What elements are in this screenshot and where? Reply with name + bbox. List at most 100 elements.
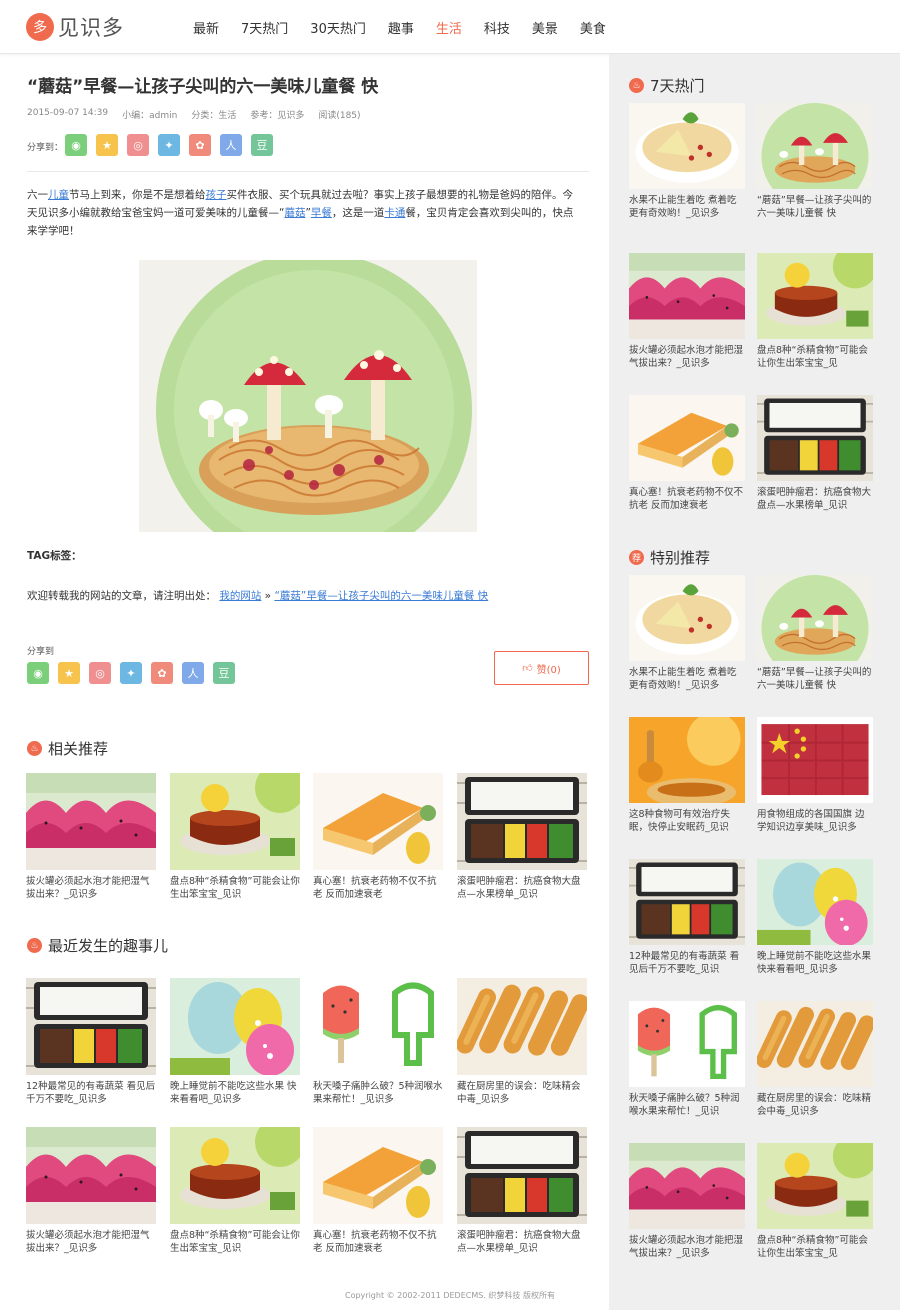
- recent-card[interactable]: 晚上睡觉前不能吃这些水果 快来看看吧_见识多: [170, 978, 300, 1106]
- thumbnail-image[interactable]: [170, 773, 300, 870]
- recent-card[interactable]: 藏在厨房里的误会：吃味精会中毒_见识多: [457, 978, 587, 1106]
- weibo-icon[interactable]: ◎: [89, 662, 111, 684]
- card-caption[interactable]: 盘点8种“杀精食物”可能会让你生出笨宝宝_见: [757, 344, 873, 370]
- thumbnail-image[interactable]: [757, 103, 873, 189]
- nav-item[interactable]: 30天热门: [310, 18, 366, 37]
- thumbnail-image[interactable]: [170, 978, 300, 1075]
- link-children[interactable]: 儿童: [48, 189, 69, 201]
- thumbnail-image[interactable]: [26, 1127, 156, 1224]
- nav-item[interactable]: 科技: [484, 18, 510, 37]
- card-caption[interactable]: 秋天嗓子痛肿么破？5种润喉水果来帮忙！_见识: [629, 1092, 745, 1118]
- hot-card[interactable]: 水果不止能生着吃 煮着吃更有奇效哟！_见识多: [629, 103, 745, 220]
- thumbnail-image[interactable]: [629, 1001, 745, 1087]
- rec-card[interactable]: 藏在厨房里的误会：吃味精会中毒_见识多: [757, 1001, 873, 1118]
- nav-item[interactable]: 7天热门: [241, 18, 288, 37]
- rec-card[interactable]: 盘点8种“杀精食物”可能会让你生出笨宝宝_见: [757, 1143, 873, 1260]
- hot-card[interactable]: “蘑菇”早餐—让孩子尖叫的六一美味儿童餐 快: [757, 103, 873, 220]
- rec-card[interactable]: 水果不止能生着吃 煮着吃更有奇效哟！_见识多: [629, 575, 745, 692]
- favorite-icon[interactable]: ★: [96, 134, 118, 156]
- card-caption[interactable]: “蘑菇”早餐—让孩子尖叫的六一美味儿童餐 快: [757, 194, 873, 220]
- recent-card[interactable]: 12种最常见的有毒蔬菜 看见后千万不要吃_见识多: [26, 978, 156, 1106]
- thumbnail-image[interactable]: [313, 1127, 443, 1224]
- thumbnail-image[interactable]: [457, 773, 587, 870]
- recent-card[interactable]: 秋天嗓子痛肿么破？5种润喉水果来帮忙！_见识多: [313, 978, 443, 1106]
- qzone-icon[interactable]: ✿: [151, 662, 173, 684]
- card-caption[interactable]: 滚蛋吧肿瘤君：抗癌食物大盘点—水果榜单_见识: [757, 486, 873, 512]
- douban-icon[interactable]: 豆: [213, 662, 235, 684]
- thumbnail-image[interactable]: [757, 253, 873, 339]
- repost-title-link[interactable]: “蘑菇”早餐—让孩子尖叫的六一美味儿童餐 快: [274, 590, 488, 602]
- card-caption[interactable]: 秋天嗓子痛肿么破？5种润喉水果来帮忙！_见识多: [313, 1080, 443, 1106]
- qzone-icon[interactable]: ✿: [189, 134, 211, 156]
- link-cartoon[interactable]: 卡通: [384, 207, 405, 219]
- card-caption[interactable]: 水果不止能生着吃 煮着吃更有奇效哟！_见识多: [629, 194, 745, 220]
- nav-item[interactable]: 美景: [532, 18, 558, 37]
- nav-item[interactable]: 最新: [193, 18, 219, 37]
- hot-card[interactable]: 拔火罐必须起水泡才能把湿气拔出来？_见识多: [629, 253, 745, 370]
- card-caption[interactable]: 水果不止能生着吃 煮着吃更有奇效哟！_见识多: [629, 666, 745, 692]
- card-caption[interactable]: 晚上睡觉前不能吃这些水果 快来看看吧_见识多: [170, 1080, 300, 1106]
- card-caption[interactable]: 拔火罐必须起水泡才能把湿气拔出来？_见识多: [629, 344, 745, 370]
- like-button[interactable]: 👍︎ 赞(0): [494, 651, 589, 685]
- tencent-weibo-icon[interactable]: ✦: [158, 134, 180, 156]
- card-caption[interactable]: 藏在厨房里的误会：吃味精会中毒_见识多: [457, 1080, 587, 1106]
- thumbnail-image[interactable]: [629, 717, 745, 803]
- weibo-icon[interactable]: ◎: [127, 134, 149, 156]
- card-caption[interactable]: 滚蛋吧肿瘤君：抗癌食物大盘点—水果榜单_见识: [457, 875, 587, 901]
- card-caption[interactable]: 用食物组成的各国国旗 边学知识边享美味_见识多: [757, 808, 873, 834]
- thumbnail-image[interactable]: [757, 395, 873, 481]
- hot-card[interactable]: 盘点8种“杀精食物”可能会让你生出笨宝宝_见: [757, 253, 873, 370]
- thumbnail-image[interactable]: [457, 1127, 587, 1224]
- card-caption[interactable]: 滚蛋吧肿瘤君：抗癌食物大盘点—水果榜单_见识: [457, 1229, 587, 1255]
- recent-card[interactable]: 拔火罐必须起水泡才能把湿气拔出来？_见识多: [26, 1127, 156, 1255]
- hot-card[interactable]: 真心塞！抗衰老药物不仅不抗老 反而加速衰老: [629, 395, 745, 512]
- card-caption[interactable]: 真心塞！抗衰老药物不仅不抗老 反而加速衰老: [313, 875, 443, 901]
- thumbnail-image[interactable]: [170, 1127, 300, 1224]
- card-caption[interactable]: 拔火罐必须起水泡才能把湿气拔出来？_见识多: [26, 1229, 156, 1255]
- wechat-icon[interactable]: ◉: [65, 134, 87, 156]
- related-card[interactable]: 滚蛋吧肿瘤君：抗癌食物大盘点—水果榜单_见识: [457, 773, 587, 901]
- favorite-icon[interactable]: ★: [58, 662, 80, 684]
- rec-card[interactable]: 用食物组成的各国国旗 边学知识边享美味_见识多: [757, 717, 873, 834]
- recent-card[interactable]: 盘点8种“杀精食物”可能会让你生出笨宝宝_见识: [170, 1127, 300, 1255]
- thumbnail-image[interactable]: [457, 978, 587, 1075]
- card-caption[interactable]: 晚上睡觉前不能吃这些水果 快来看看吧_见识多: [757, 950, 873, 976]
- card-caption[interactable]: “蘑菇”早餐—让孩子尖叫的六一美味儿童餐 快: [757, 666, 873, 692]
- link-kids[interactable]: 孩子: [206, 189, 227, 201]
- rec-card[interactable]: 拔火罐必须起水泡才能把湿气拔出来？_见识多: [629, 1143, 745, 1260]
- renren-icon[interactable]: 人: [182, 662, 204, 684]
- rec-card[interactable]: 12种最常见的有毒蔬菜 看见后千万不要吃_见识: [629, 859, 745, 976]
- rec-card[interactable]: 晚上睡觉前不能吃这些水果 快来看看吧_见识多: [757, 859, 873, 976]
- repost-site-link[interactable]: 我的网站: [219, 590, 261, 602]
- card-caption[interactable]: 这8种食物可有效治疗失眠，快停止安眠药_见识: [629, 808, 745, 834]
- card-caption[interactable]: 盘点8种“杀精食物”可能会让你生出笨宝宝_见识: [170, 1229, 300, 1255]
- thumbnail-image[interactable]: [757, 1143, 873, 1229]
- related-card[interactable]: 拔火罐必须起水泡才能把湿气拔出来？_见识多: [26, 773, 156, 901]
- thumbnail-image[interactable]: [757, 575, 873, 661]
- card-caption[interactable]: 盘点8种“杀精食物”可能会让你生出笨宝宝_见: [757, 1234, 873, 1260]
- thumbnail-image[interactable]: [313, 978, 443, 1075]
- card-caption[interactable]: 藏在厨房里的误会：吃味精会中毒_见识多: [757, 1092, 873, 1118]
- hot-card[interactable]: 滚蛋吧肿瘤君：抗癌食物大盘点—水果榜单_见识: [757, 395, 873, 512]
- wechat-icon[interactable]: ◉: [27, 662, 49, 684]
- thumbnail-image[interactable]: [629, 1143, 745, 1229]
- card-caption[interactable]: 拔火罐必须起水泡才能把湿气拔出来？_见识多: [26, 875, 156, 901]
- related-card[interactable]: 真心塞！抗衰老药物不仅不抗老 反而加速衰老: [313, 773, 443, 901]
- thumbnail-image[interactable]: [757, 859, 873, 945]
- thumbnail-image[interactable]: [757, 717, 873, 803]
- rec-card[interactable]: 秋天嗓子痛肿么破？5种润喉水果来帮忙！_见识: [629, 1001, 745, 1118]
- thumbnail-image[interactable]: [629, 575, 745, 661]
- thumbnail-image[interactable]: [629, 103, 745, 189]
- nav-item[interactable]: 趣事: [388, 18, 414, 37]
- nav-item[interactable]: 美食: [580, 18, 606, 37]
- card-caption[interactable]: 盘点8种“杀精食物”可能会让你生出笨宝宝_见识: [170, 875, 300, 901]
- thumbnail-image[interactable]: [629, 859, 745, 945]
- tencent-weibo-icon[interactable]: ✦: [120, 662, 142, 684]
- link-mushroom[interactable]: 蘑菇: [284, 207, 305, 219]
- card-caption[interactable]: 真心塞！抗衰老药物不仅不抗老 反而加速衰老: [629, 486, 745, 512]
- site-logo[interactable]: 多 见识多: [26, 12, 124, 42]
- rec-card[interactable]: 这8种食物可有效治疗失眠，快停止安眠药_见识: [629, 717, 745, 834]
- link-breakfast[interactable]: 早餐: [311, 207, 332, 219]
- thumbnail-image[interactable]: [757, 1001, 873, 1087]
- renren-icon[interactable]: 人: [220, 134, 242, 156]
